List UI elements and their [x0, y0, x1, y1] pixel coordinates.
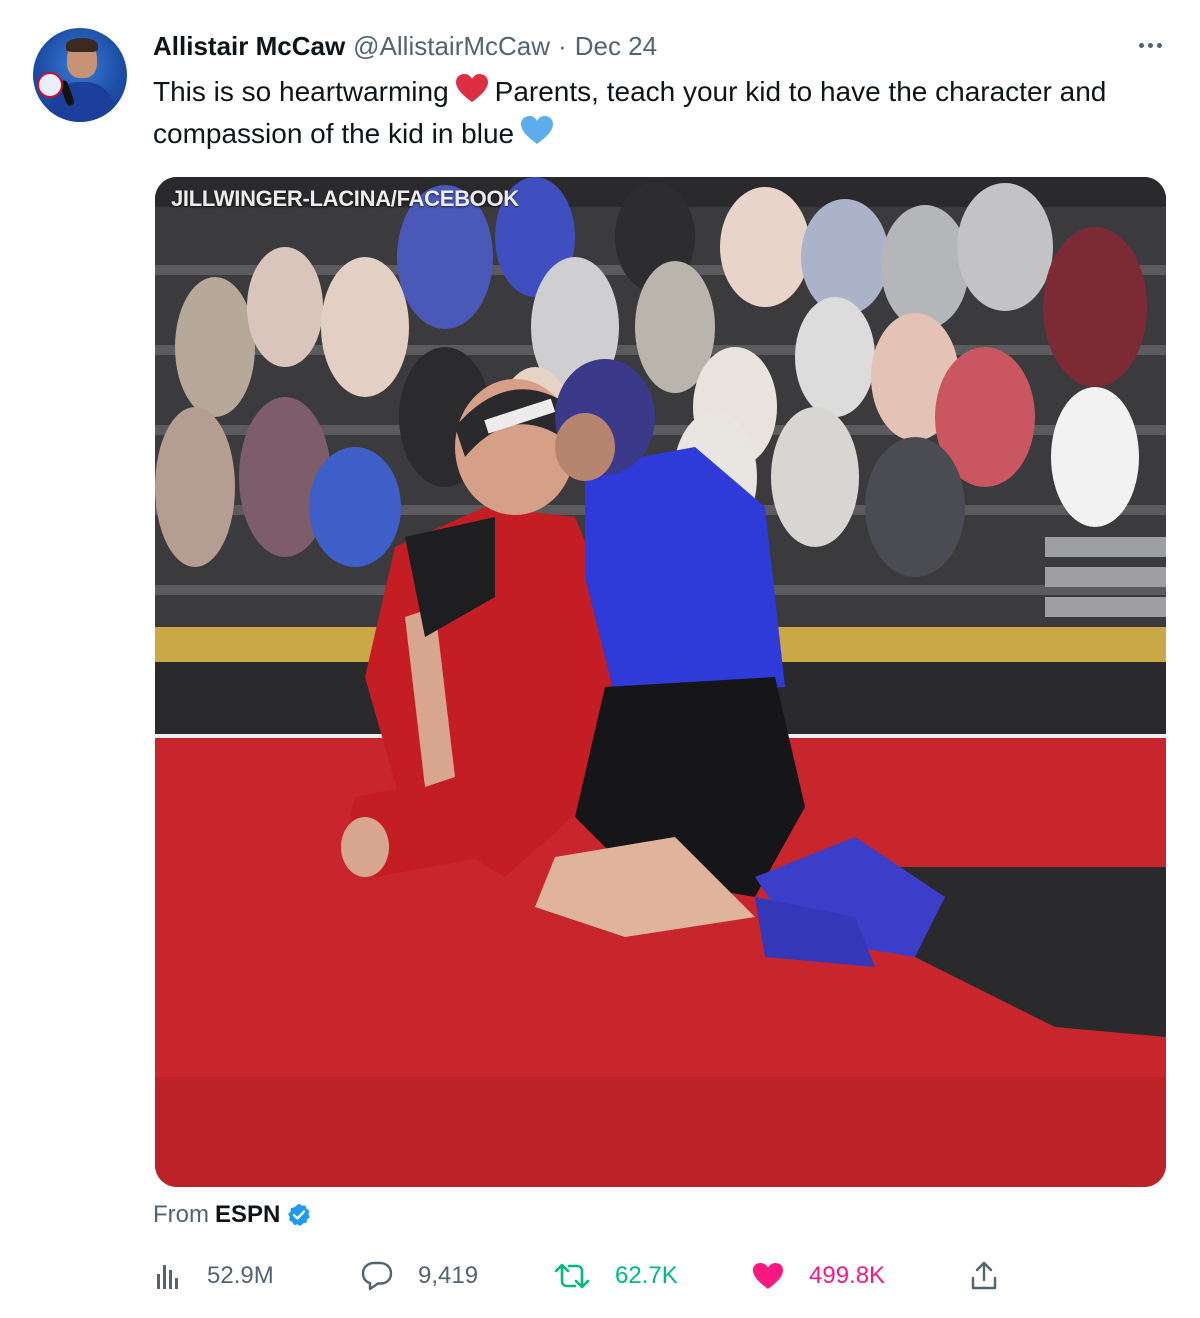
source-name[interactable]: ESPN [215, 1201, 280, 1229]
avatar-hair [66, 38, 98, 52]
retweet-button[interactable]: 62.7K [553, 1256, 678, 1296]
share-icon [968, 1260, 1000, 1292]
retweet-icon [553, 1261, 591, 1291]
share-button[interactable] [968, 1256, 1000, 1296]
author-name[interactable]: Allistair McCaw [153, 31, 345, 62]
tweet-text-part-1: This is so heartwarming [153, 76, 449, 107]
source-prefix: From [153, 1201, 209, 1228]
tweet-date[interactable]: Dec 24 [575, 31, 657, 62]
views-button[interactable]: 52.9M [153, 1256, 274, 1296]
like-count: 499.8K [809, 1262, 886, 1289]
reply-count: 9,419 [418, 1262, 479, 1289]
reply-icon [360, 1260, 394, 1292]
video-source: From ESPN [153, 1200, 312, 1230]
more-options-icon[interactable] [1130, 30, 1170, 60]
blue-heart-icon [520, 115, 554, 156]
retweet-count: 62.7K [615, 1262, 678, 1289]
views-icon [153, 1261, 183, 1291]
heart-icon [751, 1261, 785, 1291]
avatar-logo [37, 72, 63, 98]
author-handle[interactable]: @AllistairMcCaw [353, 31, 550, 62]
video-watermark: JILLWINGER-LACINA/FACEBOOK [171, 186, 519, 211]
more-dot-1 [1138, 42, 1144, 48]
tweet-header: Allistair McCaw @AllistairMcCaw · Dec 24 [153, 28, 657, 64]
tweet-text: This is so heartwarming Parents, teach yo… [153, 72, 1163, 156]
verified-badge-icon [286, 1202, 312, 1228]
more-dot-2 [1147, 42, 1153, 48]
reply-button[interactable]: 9,419 [360, 1256, 478, 1296]
header-separator: · [558, 30, 567, 61]
red-heart-icon [455, 73, 489, 114]
tweet-video[interactable]: JILLWINGER-LACINA/FACEBOOK [155, 177, 1166, 1187]
video-frame [155, 177, 1166, 1187]
views-count: 52.9M [207, 1262, 274, 1289]
author-avatar[interactable] [33, 28, 127, 122]
tweet-actions: 52.9M 9,419 62.7K 499.8K [153, 1256, 1013, 1296]
like-button[interactable]: 499.8K [751, 1256, 885, 1296]
more-dot-3 [1156, 42, 1162, 48]
